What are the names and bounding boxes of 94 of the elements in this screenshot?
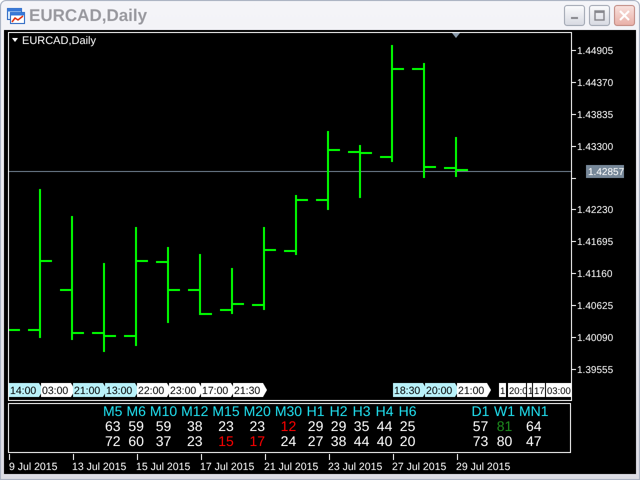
indicator-value: 59 bbox=[156, 419, 172, 434]
time-label: 20:00 bbox=[425, 383, 459, 397]
indicator-value: 23 bbox=[218, 419, 234, 434]
indicator-value: 44 bbox=[354, 434, 370, 449]
indicator-value: 27 bbox=[308, 434, 324, 449]
minimize-button[interactable] bbox=[564, 5, 585, 26]
timeframe-label: M10 bbox=[150, 404, 178, 419]
time-label: 21:00 bbox=[73, 383, 107, 397]
indicator-value: 15 bbox=[218, 434, 234, 449]
timeframe-label: M5 bbox=[103, 404, 122, 419]
maximize-icon bbox=[594, 10, 605, 21]
indicator-value: 23 bbox=[249, 419, 266, 434]
indicator-value: 73 bbox=[472, 434, 488, 449]
timeframe-label: D1 bbox=[472, 404, 490, 419]
price-label: 1.44370 bbox=[577, 78, 614, 89]
indicator-value: 47 bbox=[526, 434, 542, 449]
time-label: 17:00 bbox=[201, 383, 235, 397]
indicator-value: 20 bbox=[400, 434, 416, 449]
price-label: 1.40625 bbox=[577, 301, 614, 312]
close-button[interactable] bbox=[614, 5, 635, 26]
current-price-label: 1.42857 bbox=[586, 165, 624, 178]
shift-marker-icon[interactable] bbox=[452, 33, 460, 38]
indicator-value: 29 bbox=[308, 419, 324, 434]
time-label: 17 bbox=[533, 383, 545, 397]
time-label: 03:00 bbox=[546, 383, 571, 397]
chart-title: EURCAD,Daily bbox=[22, 35, 96, 47]
window-title: EURCAD,Daily bbox=[29, 4, 148, 27]
indicator-value: 72 bbox=[104, 434, 121, 449]
date-label: 13 Jul 2015 bbox=[72, 460, 126, 475]
indicator-value: 17 bbox=[249, 434, 266, 449]
timeframe-label: H4 bbox=[376, 404, 394, 419]
indicator-value: 57 bbox=[472, 419, 488, 434]
price-label: 1.43300 bbox=[577, 142, 614, 153]
indicator-value: 35 bbox=[354, 419, 370, 434]
close-icon bbox=[619, 10, 630, 21]
timeframe-label: H1 bbox=[306, 404, 325, 419]
indicator-value: 80 bbox=[496, 434, 512, 449]
ohlc-bar bbox=[188, 254, 212, 315]
time-label: 21:30 bbox=[233, 383, 267, 397]
ohlc-bar bbox=[284, 195, 308, 255]
indicator-value: 63 bbox=[104, 419, 121, 434]
date-label: 9 Jul 2015 bbox=[9, 460, 58, 475]
timeframe-label: M12 bbox=[181, 404, 208, 419]
time-label: 1 bbox=[499, 383, 506, 397]
timeframe-label: MN1 bbox=[519, 404, 549, 419]
indicator-value: 12 bbox=[280, 419, 296, 434]
price-label: 1.39555 bbox=[577, 365, 614, 376]
time-label: 18:30 bbox=[393, 383, 427, 397]
indicator-value: 59 bbox=[128, 419, 144, 434]
ohlc-bar bbox=[348, 145, 372, 198]
ohlc-bar bbox=[220, 268, 244, 314]
date-label: 23 Jul 2015 bbox=[328, 460, 382, 475]
indicator-value: 25 bbox=[400, 419, 416, 434]
price-label: 1.41160 bbox=[577, 269, 612, 280]
indicator-value: 64 bbox=[526, 419, 542, 434]
indicator-value: 60 bbox=[128, 434, 144, 449]
time-label: 21:00 bbox=[457, 383, 491, 397]
date-label: 21 Jul 2015 bbox=[264, 460, 318, 475]
date-label: 29 Jul 2015 bbox=[456, 460, 510, 475]
indicator-value: 81 bbox=[496, 419, 512, 434]
indicator-value: 38 bbox=[330, 434, 346, 449]
time-label: 03:00 bbox=[41, 383, 75, 397]
timeframe-label: M6 bbox=[126, 404, 146, 419]
indicator-value: 37 bbox=[156, 434, 172, 449]
close-tick bbox=[9, 329, 20, 331]
indicator-value: 40 bbox=[376, 434, 392, 449]
time-label: 22:00 bbox=[137, 383, 171, 397]
indicator-value: 24 bbox=[280, 434, 296, 449]
timeframe-label: M30 bbox=[274, 404, 302, 419]
timeframe-label: M20 bbox=[244, 404, 271, 419]
price-label: 1.41695 bbox=[577, 237, 614, 248]
price-label: 1.40090 bbox=[577, 333, 614, 344]
indicator-value: 23 bbox=[186, 434, 203, 449]
timeframe-label: M15 bbox=[212, 404, 240, 419]
price-label: 1.42230 bbox=[577, 205, 614, 216]
price-label: 1.43835 bbox=[577, 110, 614, 121]
timeframe-label: H6 bbox=[398, 404, 417, 419]
timeframe-label: W1 bbox=[494, 404, 515, 419]
chart-window-icon bbox=[7, 8, 25, 24]
date-label: 27 Jul 2015 bbox=[392, 460, 446, 475]
timeframe-label: H2 bbox=[330, 404, 348, 419]
price-label: 1.44905 bbox=[577, 46, 614, 57]
indicator-value: 29 bbox=[330, 419, 346, 434]
dropdown-icon[interactable] bbox=[12, 38, 18, 42]
timeframe-label: H3 bbox=[352, 404, 371, 419]
indicator-value: 44 bbox=[376, 419, 392, 434]
time-label: 13:00 bbox=[105, 383, 139, 397]
time-label: 23:00 bbox=[169, 383, 203, 397]
indicator-value: 38 bbox=[186, 419, 203, 434]
date-label: 17 Jul 2015 bbox=[200, 460, 254, 475]
time-label: 14:00 bbox=[9, 383, 43, 397]
date-label: 15 Jul 2015 bbox=[136, 460, 190, 475]
ohlc-bar bbox=[444, 137, 468, 177]
maximize-button[interactable] bbox=[589, 5, 610, 26]
